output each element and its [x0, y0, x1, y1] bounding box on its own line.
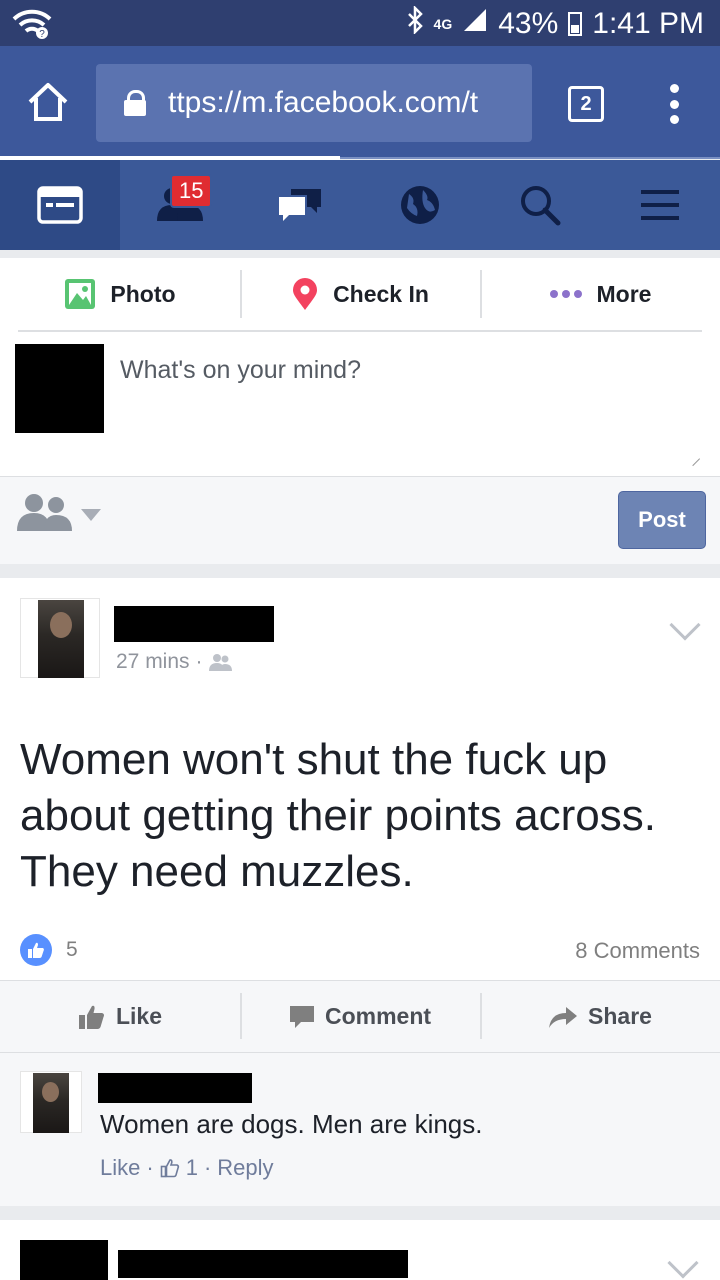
wifi-icon: ?: [12, 8, 52, 45]
comments-section: Women are dogs. Men are kings. Like · 1 …: [0, 1052, 720, 1206]
address-bar[interactable]: ttps://m.facebook.com/t: [96, 64, 532, 142]
comment-reply-link[interactable]: Reply: [217, 1155, 273, 1181]
status-bar: ? 4G 43% 1:41 PM: [0, 0, 720, 46]
like-count: 5: [66, 938, 78, 961]
status-composer: Photo Check In More What's on your mind?: [0, 258, 720, 564]
photo-icon: [65, 279, 96, 309]
tab-news-feed[interactable]: [0, 160, 120, 250]
hamburger-menu-icon: [641, 190, 679, 220]
feed-story: 27 mins · Women won't shut the fuck up a…: [0, 578, 720, 1206]
avatar[interactable]: [20, 598, 100, 678]
battery-icon: [568, 11, 583, 36]
share-arrow-icon: [549, 1006, 578, 1028]
comment-text: Women are dogs. Men are kings.: [100, 1109, 483, 1139]
tab-search[interactable]: [480, 160, 600, 250]
check-in-button[interactable]: Check In: [240, 258, 480, 330]
status-input[interactable]: What's on your mind?: [120, 356, 361, 385]
like-reaction-icon: [20, 934, 52, 966]
messages-icon: [279, 189, 321, 221]
location-pin-icon: [293, 278, 318, 310]
url-text: ttps://m.facebook.com/t: [168, 86, 479, 119]
comment-like-link[interactable]: Like: [100, 1155, 140, 1181]
photo-button[interactable]: Photo: [0, 258, 240, 330]
news-feed-icon: [37, 186, 83, 224]
friends-audience-icon: [17, 494, 101, 531]
lock-icon: [124, 90, 146, 116]
like-label: Like: [115, 1003, 163, 1029]
bluetooth-icon: [406, 4, 424, 41]
author-name-redacted[interactable]: [114, 606, 274, 642]
clock: 1:41 PM: [592, 6, 704, 40]
photo-label: Photo: [110, 280, 176, 307]
story-action-bar: Like Comment Share: [0, 980, 720, 1052]
post-button[interactable]: Post: [618, 491, 706, 549]
meta-separator: ·: [195, 650, 203, 673]
audience-selector[interactable]: [16, 491, 106, 540]
messages-badge: 15: [170, 174, 213, 208]
author-name-redacted[interactable]: [118, 1250, 408, 1278]
tab-menu[interactable]: [600, 160, 720, 250]
tab-switcher-button[interactable]: 2: [568, 86, 604, 122]
overflow-menu-icon[interactable]: [662, 84, 686, 124]
thumbs-up-icon: [78, 1005, 104, 1029]
post-timestamp[interactable]: 27 mins: [116, 650, 190, 674]
story-meta: 27 mins ·: [116, 650, 233, 674]
post-text: Women won't shut the fuck up about getti…: [20, 735, 656, 896]
home-icon[interactable]: [26, 80, 70, 124]
globe-icon: [401, 186, 439, 224]
commenter-name-redacted[interactable]: [98, 1073, 252, 1103]
search-icon: [521, 186, 561, 226]
friends-privacy-icon: [208, 654, 232, 671]
chevron-down-icon[interactable]: [669, 609, 701, 641]
more-dots-icon: [549, 290, 582, 298]
battery-percent: 43%: [498, 6, 559, 40]
like-button[interactable]: Like: [0, 981, 240, 1052]
comment-actions: Like · 1 · Reply: [100, 1155, 274, 1181]
tab-notifications[interactable]: [360, 160, 480, 250]
check-in-label: Check In: [333, 280, 429, 307]
share-button[interactable]: Share: [480, 981, 720, 1052]
browser-toolbar: ttps://m.facebook.com/t 2: [0, 46, 720, 158]
facebook-nav-bar: 15: [0, 160, 720, 250]
network-indicator: 4G: [433, 15, 453, 32]
comment-label: Comment: [324, 1003, 432, 1029]
comment-button[interactable]: Comment: [240, 981, 480, 1052]
more-label: More: [596, 280, 652, 307]
avatar[interactable]: [20, 1071, 82, 1133]
reactions-summary[interactable]: 5: [20, 934, 78, 966]
comment-count[interactable]: 8 Comments: [575, 938, 700, 964]
share-label: Share: [588, 1003, 652, 1029]
tab-messages[interactable]: [240, 160, 360, 250]
avatar[interactable]: [20, 1240, 108, 1280]
next-feed-story: [0, 1220, 720, 1280]
svg-text:?: ?: [39, 29, 45, 40]
more-button[interactable]: More: [480, 258, 720, 330]
resize-handle-icon: [685, 451, 701, 467]
comment-like-count: 1: [185, 1155, 198, 1180]
thumbs-up-outline-icon: [160, 1159, 179, 1178]
chevron-down-icon[interactable]: [667, 1247, 699, 1279]
avatar[interactable]: [15, 344, 104, 433]
signal-icon: [462, 7, 488, 41]
comment-icon: [289, 1005, 314, 1028]
